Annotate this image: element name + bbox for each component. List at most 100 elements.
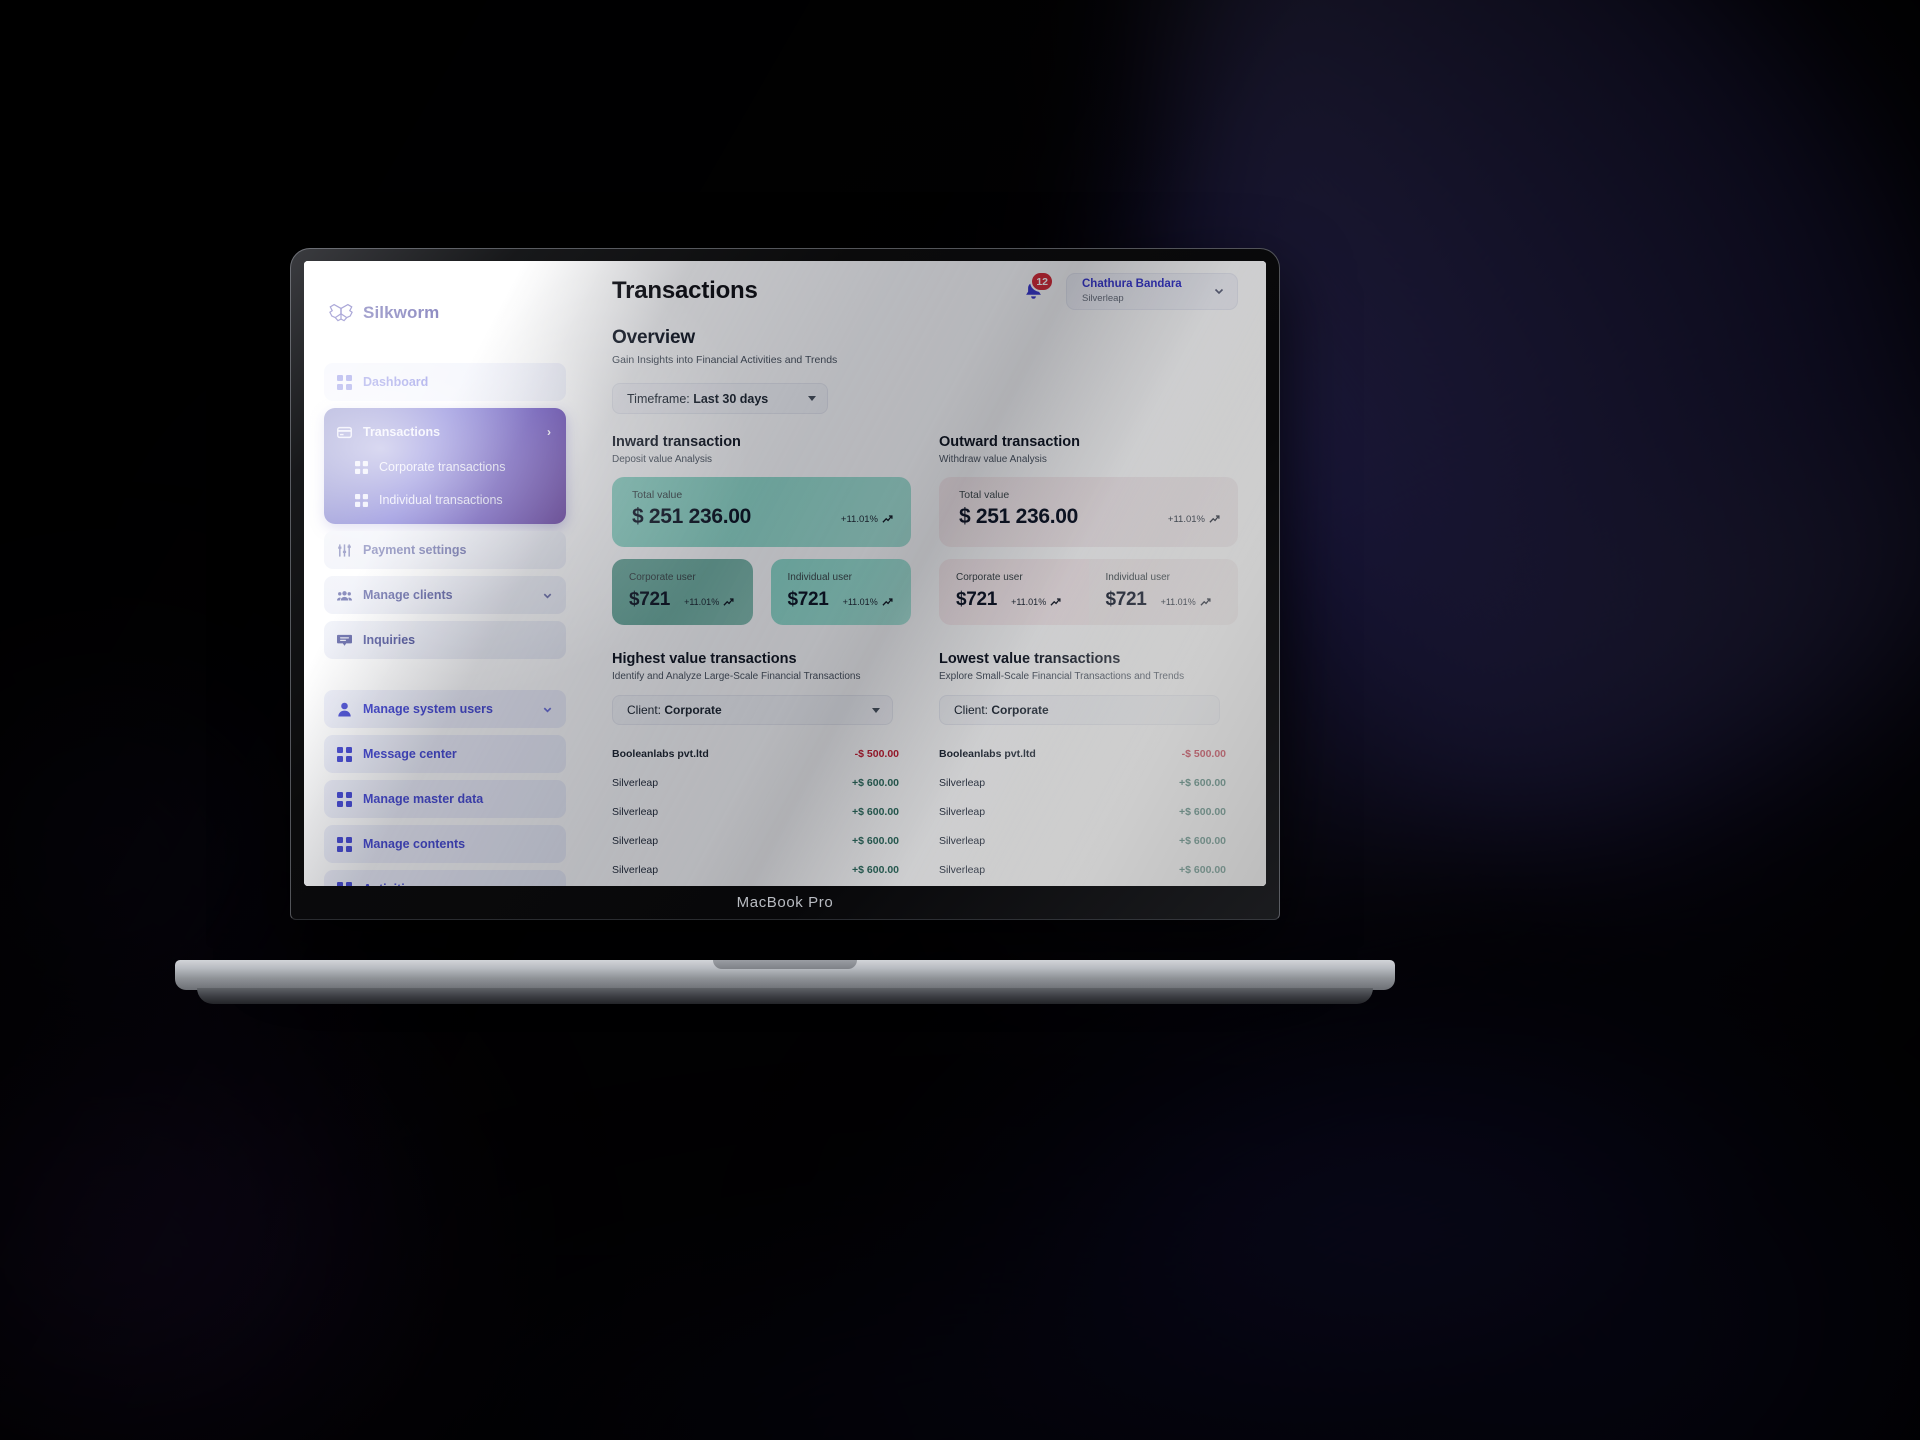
txn-amount: +$ 600.00 bbox=[852, 805, 900, 818]
table-row[interactable]: Silverleap +$ 600.00 bbox=[939, 855, 1226, 884]
sidebar-item-corporate-transactions[interactable]: Corporate transactions bbox=[324, 452, 566, 482]
sidebar-item-label: Manage system users bbox=[363, 702, 493, 716]
sidebar-item-transactions[interactable]: Transactions › bbox=[324, 415, 566, 449]
timeframe-prefix: Timeframe: bbox=[627, 391, 694, 406]
timeframe-text: Timeframe: Last 30 days bbox=[627, 392, 768, 406]
outward-corporate-delta-text: +11.01% bbox=[1011, 597, 1047, 607]
table-row[interactable]: Booleanlabs pvt.ltd -$ 500.00 bbox=[612, 739, 899, 768]
sidebar-item-manage-master-data[interactable]: Manage master data bbox=[324, 780, 566, 818]
txn-amount: -$ 500.00 bbox=[1181, 747, 1227, 760]
sidebar: Silkworm Dashboard Transactions › Corpor… bbox=[304, 261, 582, 886]
sidebar-group-divider bbox=[324, 666, 566, 683]
outward-individual-delta-text: +11.01% bbox=[1160, 597, 1196, 607]
table-row[interactable]: Silverleap +$ 600.00 bbox=[612, 768, 899, 797]
outward-corporate-value: $721 bbox=[956, 589, 998, 610]
sidebar-item-label: Transactions bbox=[363, 425, 441, 439]
timeframe-value: Last 30 days bbox=[693, 391, 769, 406]
inward-corporate-value: $721 bbox=[629, 589, 671, 610]
grid-icon bbox=[337, 374, 352, 390]
device-label: MacBook Pro bbox=[736, 894, 834, 911]
highest-subtitle: Identify and Analyze Large-Scale Financi… bbox=[612, 671, 861, 682]
txn-amount: +$ 600.00 bbox=[1179, 776, 1227, 789]
chevron-down-icon bbox=[1214, 288, 1224, 295]
inward-total-label: Total value bbox=[632, 489, 683, 501]
inward-total-delta-text: +11.01% bbox=[840, 514, 878, 525]
trend-up-icon bbox=[1209, 515, 1220, 523]
inward-total-card: Total value $ 251 236.00 +11.01% bbox=[612, 477, 911, 547]
txn-amount: +$ 600.00 bbox=[1179, 863, 1227, 876]
sidebar-item-inquiries[interactable]: Inquiries bbox=[324, 621, 566, 659]
caret-down-icon bbox=[808, 396, 817, 401]
lowest-client-prefix: Client: bbox=[954, 703, 992, 717]
outward-mini-cards: Corporate user $721 +11.01% Individual u… bbox=[939, 559, 1238, 625]
transaction-lists: Highest value transactions Identify and … bbox=[612, 651, 1238, 886]
lowest-client-value: Corporate bbox=[991, 703, 1049, 717]
caret-down-icon bbox=[872, 707, 881, 713]
txn-name: Silverleap bbox=[612, 863, 659, 876]
grid-icon bbox=[355, 493, 368, 507]
laptop-mockup: Silkworm Dashboard Transactions › Corpor… bbox=[175, 248, 1395, 1004]
chevron-down-icon bbox=[543, 593, 552, 599]
txn-name: Silverleap bbox=[612, 834, 659, 847]
txn-name: Silverleap bbox=[612, 805, 659, 818]
table-row[interactable]: Silverleap +$ 600.00 bbox=[612, 884, 899, 886]
sidebar-item-manage-contents[interactable]: Manage contents bbox=[324, 825, 566, 863]
table-row[interactable]: Silverleap +$ 600.00 bbox=[939, 797, 1226, 826]
table-row[interactable]: Silverleap +$ 600.00 bbox=[939, 768, 1226, 797]
trend-up-icon bbox=[882, 597, 893, 606]
lowest-value-block: Lowest value transactions Explore Small-… bbox=[939, 651, 1238, 886]
table-row[interactable]: Silverleap +$ 600.00 bbox=[612, 826, 899, 855]
inward-total-value: $ 251 236.00 bbox=[632, 505, 752, 528]
inward-title: Inward transaction bbox=[612, 434, 741, 450]
trend-up-icon bbox=[723, 597, 734, 606]
table-row[interactable]: Silverleap +$ 600.00 bbox=[939, 884, 1226, 886]
user-name: Chathura Bandara bbox=[1082, 277, 1182, 290]
inward-individual-delta: +11.01% bbox=[843, 597, 893, 608]
inward-corporate-card: Corporate user $721 +11.01% bbox=[612, 559, 753, 625]
table-row[interactable]: Silverleap +$ 600.00 bbox=[612, 855, 899, 884]
brand-name: Silkworm bbox=[363, 303, 440, 322]
sidebar-item-activities[interactable]: Activities bbox=[324, 870, 566, 886]
sidebar-item-payment-settings[interactable]: Payment settings bbox=[324, 531, 566, 569]
notification-badge: 12 bbox=[1030, 271, 1054, 292]
people-icon bbox=[337, 590, 352, 600]
laptop-lid: Silkworm Dashboard Transactions › Corpor… bbox=[290, 248, 1280, 920]
chat-icon bbox=[337, 634, 352, 646]
outward-title: Outward transaction bbox=[939, 434, 1080, 450]
outward-total-value: $ 251 236.00 bbox=[959, 505, 1079, 528]
grid-icon bbox=[355, 460, 368, 474]
outward-individual-value: $721 bbox=[1105, 589, 1147, 610]
txn-name: Silverleap bbox=[939, 776, 986, 789]
lowest-subtitle: Explore Small-Scale Financial Transactio… bbox=[939, 671, 1185, 682]
user-menu[interactable]: Chathura Bandara Silverleap bbox=[1066, 272, 1238, 310]
sidebar-item-message-center[interactable]: Message center bbox=[324, 735, 566, 773]
table-row[interactable]: Booleanlabs pvt.ltd -$ 500.00 bbox=[939, 739, 1226, 768]
sliders-icon bbox=[338, 543, 351, 557]
sidebar-item-label: Dashboard bbox=[363, 375, 429, 389]
highest-client-text: Client: Corporate bbox=[627, 703, 722, 717]
transaction-summary-columns: Inward transaction Deposit value Analysi… bbox=[612, 434, 1238, 625]
lowest-client-text: Client: Corporate bbox=[954, 703, 1049, 717]
outward-corporate-delta: +11.01% bbox=[1011, 597, 1061, 608]
lowest-client-select[interactable]: Client: Corporate bbox=[939, 695, 1221, 725]
trend-up-icon bbox=[882, 515, 893, 523]
notifications-button[interactable]: 12 bbox=[1018, 271, 1054, 306]
txn-amount: +$ 600.00 bbox=[852, 863, 900, 876]
txn-name: Silverleap bbox=[939, 805, 986, 818]
inward-individual-card: Individual user $721 +11.01% bbox=[770, 559, 911, 625]
user-icon bbox=[338, 702, 351, 716]
inward-individual-value: $721 bbox=[787, 589, 829, 610]
sidebar-item-individual-transactions[interactable]: Individual transactions bbox=[324, 485, 566, 515]
sidebar-item-label: Inquiries bbox=[363, 633, 416, 647]
table-row[interactable]: Silverleap +$ 600.00 bbox=[939, 826, 1226, 855]
highest-client-value: Corporate bbox=[664, 703, 722, 717]
timeframe-select[interactable]: Timeframe: Last 30 days bbox=[612, 383, 829, 414]
sidebar-item-dashboard[interactable]: Dashboard bbox=[324, 363, 566, 401]
sidebar-item-manage-system-users[interactable]: Manage system users bbox=[324, 690, 566, 728]
highest-client-select[interactable]: Client: Corporate bbox=[612, 695, 894, 725]
txn-name: Silverleap bbox=[612, 776, 659, 789]
sidebar-item-manage-clients[interactable]: Manage clients bbox=[324, 576, 566, 614]
highest-title: Highest value transactions bbox=[612, 651, 797, 667]
table-row[interactable]: Silverleap +$ 600.00 bbox=[612, 797, 899, 826]
outward-corporate-card: Corporate user $721 +11.01% bbox=[939, 559, 1089, 625]
